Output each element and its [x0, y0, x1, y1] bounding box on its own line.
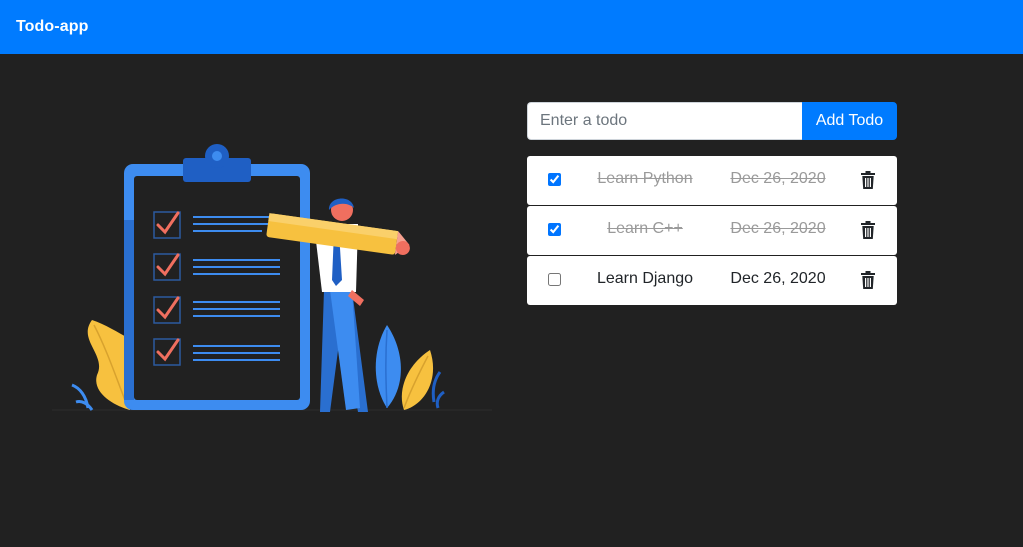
todo-list: Learn Python Dec 26, 2020 Learn C++ Dec … — [527, 156, 897, 306]
todo-text: Learn C++ — [607, 220, 683, 237]
add-todo-form: Add Todo — [527, 102, 897, 140]
todo-date: Dec 26, 2020 — [730, 170, 826, 187]
trash-icon[interactable] — [861, 271, 875, 289]
todo-input[interactable] — [527, 102, 802, 140]
navbar: Todo-app — [0, 0, 1023, 54]
todo-item: Learn Django Dec 26, 2020 — [527, 256, 897, 305]
todo-item: Learn Python Dec 26, 2020 — [527, 156, 897, 205]
todo-item: Learn C++ Dec 26, 2020 — [527, 206, 897, 255]
todo-complete-checkbox[interactable] — [548, 273, 561, 286]
todo-complete-checkbox[interactable] — [548, 223, 561, 236]
todo-date: Dec 26, 2020 — [730, 220, 826, 237]
todo-text: Learn Django — [596, 270, 694, 287]
todo-complete-checkbox[interactable] — [548, 173, 561, 186]
trash-icon[interactable] — [861, 171, 875, 189]
todo-text: Learn Python — [597, 170, 693, 187]
todo-date: Dec 26, 2020 — [730, 270, 826, 287]
todo-illustration — [52, 144, 492, 412]
brand-title[interactable]: Todo-app — [16, 18, 88, 36]
trash-icon[interactable] — [861, 221, 875, 239]
add-todo-button[interactable]: Add Todo — [802, 102, 897, 140]
